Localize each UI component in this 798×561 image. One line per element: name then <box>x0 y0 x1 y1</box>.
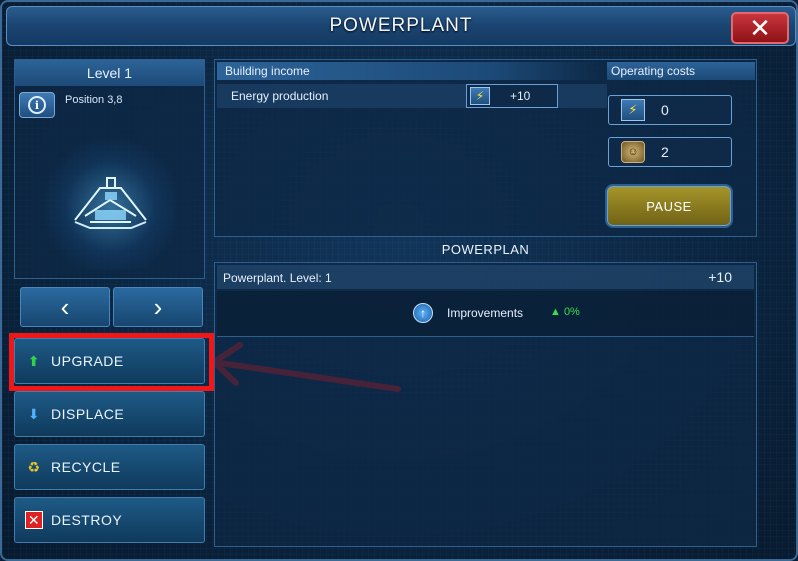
worker-icon: ☺ <box>621 141 645 163</box>
income-panel: Building income Operating costs Energy p… <box>214 59 757 237</box>
energy-production-value: +10 <box>510 89 531 103</box>
displace-button[interactable]: ⬇ DISPLACE <box>14 391 205 437</box>
powerplan-panel: Powerplant. Level: 1 +10 ↑ Improvements … <box>214 262 757 547</box>
energy-lightning-icon: ⚡ <box>470 87 490 105</box>
powerplan-level-row: Powerplant. Level: 1 +10 <box>217 265 754 289</box>
powerplan-level-label: Powerplant. Level: 1 <box>223 271 332 285</box>
chevron-right-icon: › <box>153 291 163 322</box>
improvements-percent: ▲ 0% <box>550 306 580 318</box>
energy-cost-lightning-icon: ⚡ <box>621 99 645 121</box>
upgrade-highlight-box <box>9 333 214 391</box>
energy-cost-value: 0 <box>661 102 669 118</box>
worker-cost-box: ☺ 2 <box>608 137 732 167</box>
level-header: Level 1 <box>15 60 204 86</box>
pause-button[interactable]: PAUSE <box>605 184 733 228</box>
worker-cost-value: 2 <box>661 144 669 160</box>
improvements-label: Improvements <box>447 306 524 320</box>
previous-building-button[interactable]: ‹ <box>20 287 110 327</box>
operating-costs-header: Operating costs <box>607 62 755 80</box>
close-button[interactable]: ✕ <box>731 12 789 44</box>
powerplan-level-value: +10 <box>708 269 732 285</box>
powerplant-building-image <box>45 130 176 270</box>
energy-production-label: Energy production <box>231 89 329 103</box>
displace-icon: ⬇ <box>27 405 41 422</box>
improvements-up-arrow-icon[interactable]: ↑ <box>413 303 433 323</box>
improvements-row: ↑ Improvements ▲ 0% <box>217 291 754 337</box>
title-bar: POWERPLANT ✕ <box>6 6 796 46</box>
destroy-label: DESTROY <box>51 512 123 528</box>
destroy-button[interactable]: ✕ DESTROY <box>14 497 205 543</box>
energy-cost-box: ⚡ 0 <box>608 95 732 125</box>
energy-production-value-box: ⚡ +10 <box>466 84 558 108</box>
info-icon: i <box>28 96 46 114</box>
position-label: Position 3,8 <box>65 94 123 106</box>
building-info-panel: Level 1 i Position 3,8 <box>14 59 205 279</box>
info-button[interactable]: i <box>19 92 55 118</box>
powerplan-title: POWERPLAN <box>441 242 530 257</box>
energy-production-row: Energy production ⚡ +10 <box>217 84 607 108</box>
chevron-left-icon: ‹ <box>60 291 70 322</box>
window-title: POWERPLANT <box>329 15 473 36</box>
recycle-icon: ♻ <box>27 458 41 475</box>
destroy-x-icon: ✕ <box>25 511 43 529</box>
displace-label: DISPLACE <box>51 406 125 422</box>
powerplant-window: POWERPLANT ✕ Level 1 i Position 3,8 ‹ › … <box>0 0 798 561</box>
next-building-button[interactable]: › <box>113 287 203 327</box>
recycle-label: RECYCLE <box>51 459 121 475</box>
building-income-header: Building income <box>217 62 607 80</box>
recycle-button[interactable]: ♻ RECYCLE <box>14 444 205 490</box>
